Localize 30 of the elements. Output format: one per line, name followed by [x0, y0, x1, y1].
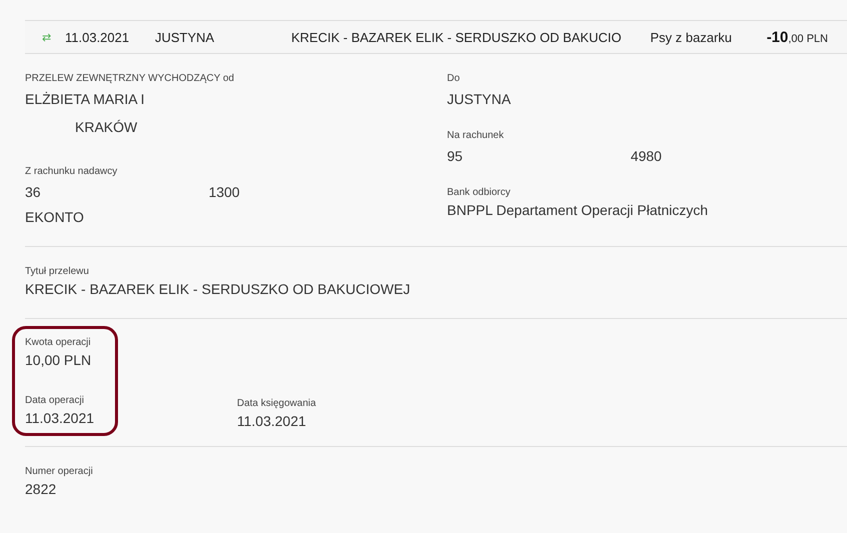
field-value: 4980 — [630, 148, 662, 164]
field-value: 11.03.2021 — [25, 410, 94, 426]
field-label: Kwota operacji — [25, 337, 92, 348]
date-text: 11.03.2021 — [65, 30, 130, 44]
field-value: 95 — [447, 148, 463, 164]
title-text: KRECIK - BAZAREK ELIK - SERDUSZKO OD BAKUCIO — [291, 30, 622, 44]
field-label: Z rachunku nadawcy — [25, 166, 118, 177]
field-label: Numer operacji — [25, 466, 94, 477]
counterparty-text: JUSTYNA — [155, 30, 214, 44]
category-text: Psy z bazarku — [650, 30, 733, 44]
field-label: Data księgowania — [237, 398, 317, 409]
field-value: 1300 — [208, 184, 240, 200]
field-value: 10,00 PLN — [25, 352, 92, 368]
field-value: BNPPL Departament Operacji Płatniczych — [447, 202, 708, 218]
field-value: KRECIK - BAZAREK ELIK - SERDUSZKO OD BAKUCIOWEJ — [25, 280, 410, 296]
field-value: ELŻBIETA MARIA I — [25, 91, 145, 107]
field-value: JUSTYNA — [447, 91, 511, 107]
field-label: PRZELEW ZEWNĘTRZNY WYCHODZĄCY od — [25, 73, 236, 84]
transfer-icon: ⇄ — [42, 30, 65, 44]
field-label: Data operacji — [25, 395, 85, 406]
field-label: Bank odbiorcy — [447, 187, 512, 198]
field-label: Tytuł przelewu — [25, 266, 90, 277]
field-value: 11.03.2021 — [237, 412, 306, 428]
field-value: KRAKÓW — [75, 119, 138, 135]
field-value: 2822 — [25, 480, 56, 496]
field-label: Na rachunek — [447, 130, 505, 141]
field-label: Do — [447, 73, 461, 84]
field-value: EKONTO — [25, 208, 84, 224]
amount-text: -10,00 PLN — [766, 28, 828, 46]
field-value: 36 — [25, 184, 41, 200]
